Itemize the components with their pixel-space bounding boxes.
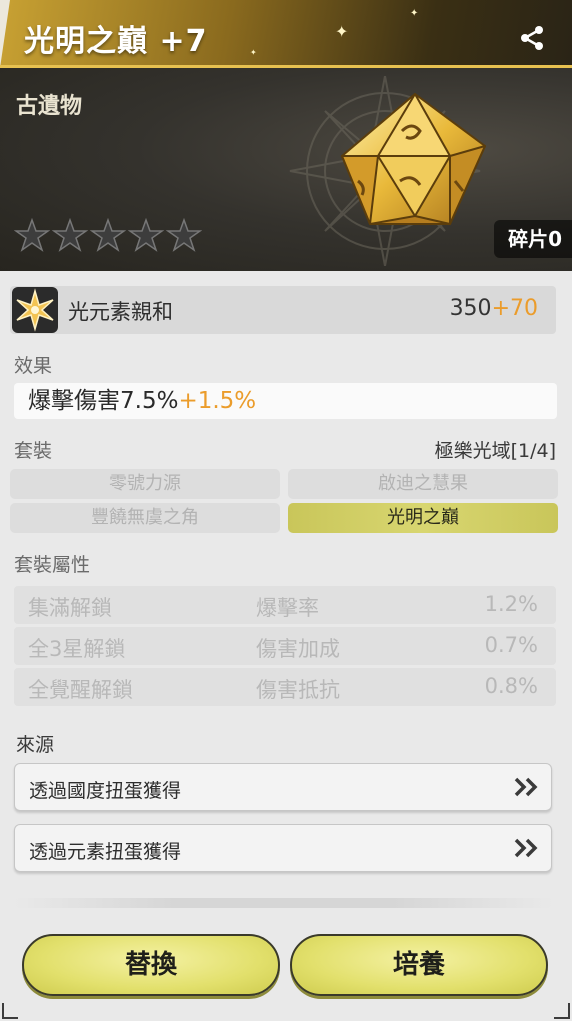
affinity-base: 350 [449, 296, 492, 321]
frame-corner-decoration [2, 1003, 18, 1019]
set-piece-3[interactable]: 豐饒無虞之角 [10, 503, 280, 533]
sparkle-decoration: ✦ [250, 48, 257, 57]
attr-stat: 爆擊率 [256, 596, 319, 620]
train-button[interactable]: 培養 [290, 934, 548, 996]
elemental-affinity-row: 光元素親和 350+70 [10, 286, 556, 334]
set-heading: 套裝 [14, 440, 53, 462]
header-corner-decoration [0, 0, 10, 65]
replace-button[interactable]: 替換 [22, 934, 280, 996]
affinity-value: 350+70 [450, 296, 538, 321]
sparkle-decoration: ✦ [335, 22, 349, 41]
item-type-label: 古遺物 [16, 94, 83, 119]
shard-count: 碎片0 [494, 220, 572, 258]
source-heading: 來源 [16, 734, 55, 756]
attr-value: 0.8% [484, 674, 538, 698]
frame-corner-decoration [554, 1003, 570, 1019]
affinity-name: 光元素親和 [68, 300, 173, 324]
affinity-bonus: +70 [491, 296, 538, 321]
source-label: 透過國度扭蛋獲得 [29, 780, 182, 802]
item-showcase: 古遺物 碎片0 [0, 68, 572, 271]
attr-stat: 傷害加成 [256, 637, 340, 661]
set-piece-1[interactable]: 零號力源 [10, 469, 280, 499]
set-piece-4-active[interactable]: 光明之巔 [288, 503, 558, 533]
effect-heading: 效果 [14, 355, 53, 377]
divider [14, 898, 554, 908]
effect-text: 爆擊傷害7.5% [28, 388, 179, 414]
sparkle-decoration: ✦ [410, 8, 419, 19]
star-burst-icon [12, 287, 58, 333]
item-title: 光明之巔 +7 [24, 24, 208, 59]
item-header: ✦ ✦ ✦ 光明之巔 +7 [0, 0, 572, 68]
attr-value: 1.2% [484, 592, 538, 616]
set-attribute-row: 全覺醒解鎖 傷害抵抗 0.8% [14, 668, 556, 706]
star-icon [14, 218, 50, 252]
set-name: 極樂光域[1/4] [434, 440, 556, 462]
source-gacha-element-button[interactable]: 透過元素扭蛋獲得 [14, 824, 552, 872]
attr-condition: 全3星解鎖 [28, 637, 126, 661]
double-chevron-right-icon [514, 838, 538, 858]
effect-value: 爆擊傷害7.5%+1.5% [14, 383, 557, 419]
star-icon [52, 218, 88, 252]
source-label: 透過元素扭蛋獲得 [29, 841, 182, 863]
set-attribute-row: 全3星解鎖 傷害加成 0.7% [14, 627, 556, 665]
attr-stat: 傷害抵抗 [256, 678, 340, 702]
attr-value: 0.7% [484, 633, 538, 657]
set-attribute-row: 集滿解鎖 爆擊率 1.2% [14, 586, 556, 624]
attr-condition: 全覺醒解鎖 [28, 678, 133, 702]
effect-bonus: +1.5% [178, 388, 257, 414]
set-attributes-heading: 套裝屬性 [14, 554, 91, 576]
source-gacha-realm-button[interactable]: 透過國度扭蛋獲得 [14, 763, 552, 811]
star-icon [90, 218, 126, 252]
set-piece-2[interactable]: 啟迪之慧果 [288, 469, 558, 499]
star-rating [14, 218, 202, 252]
attr-condition: 集滿解鎖 [28, 596, 112, 620]
double-chevron-right-icon [514, 777, 538, 797]
share-icon[interactable] [518, 24, 546, 52]
star-icon [166, 218, 202, 252]
artifact-image [341, 93, 486, 225]
star-icon [128, 218, 164, 252]
